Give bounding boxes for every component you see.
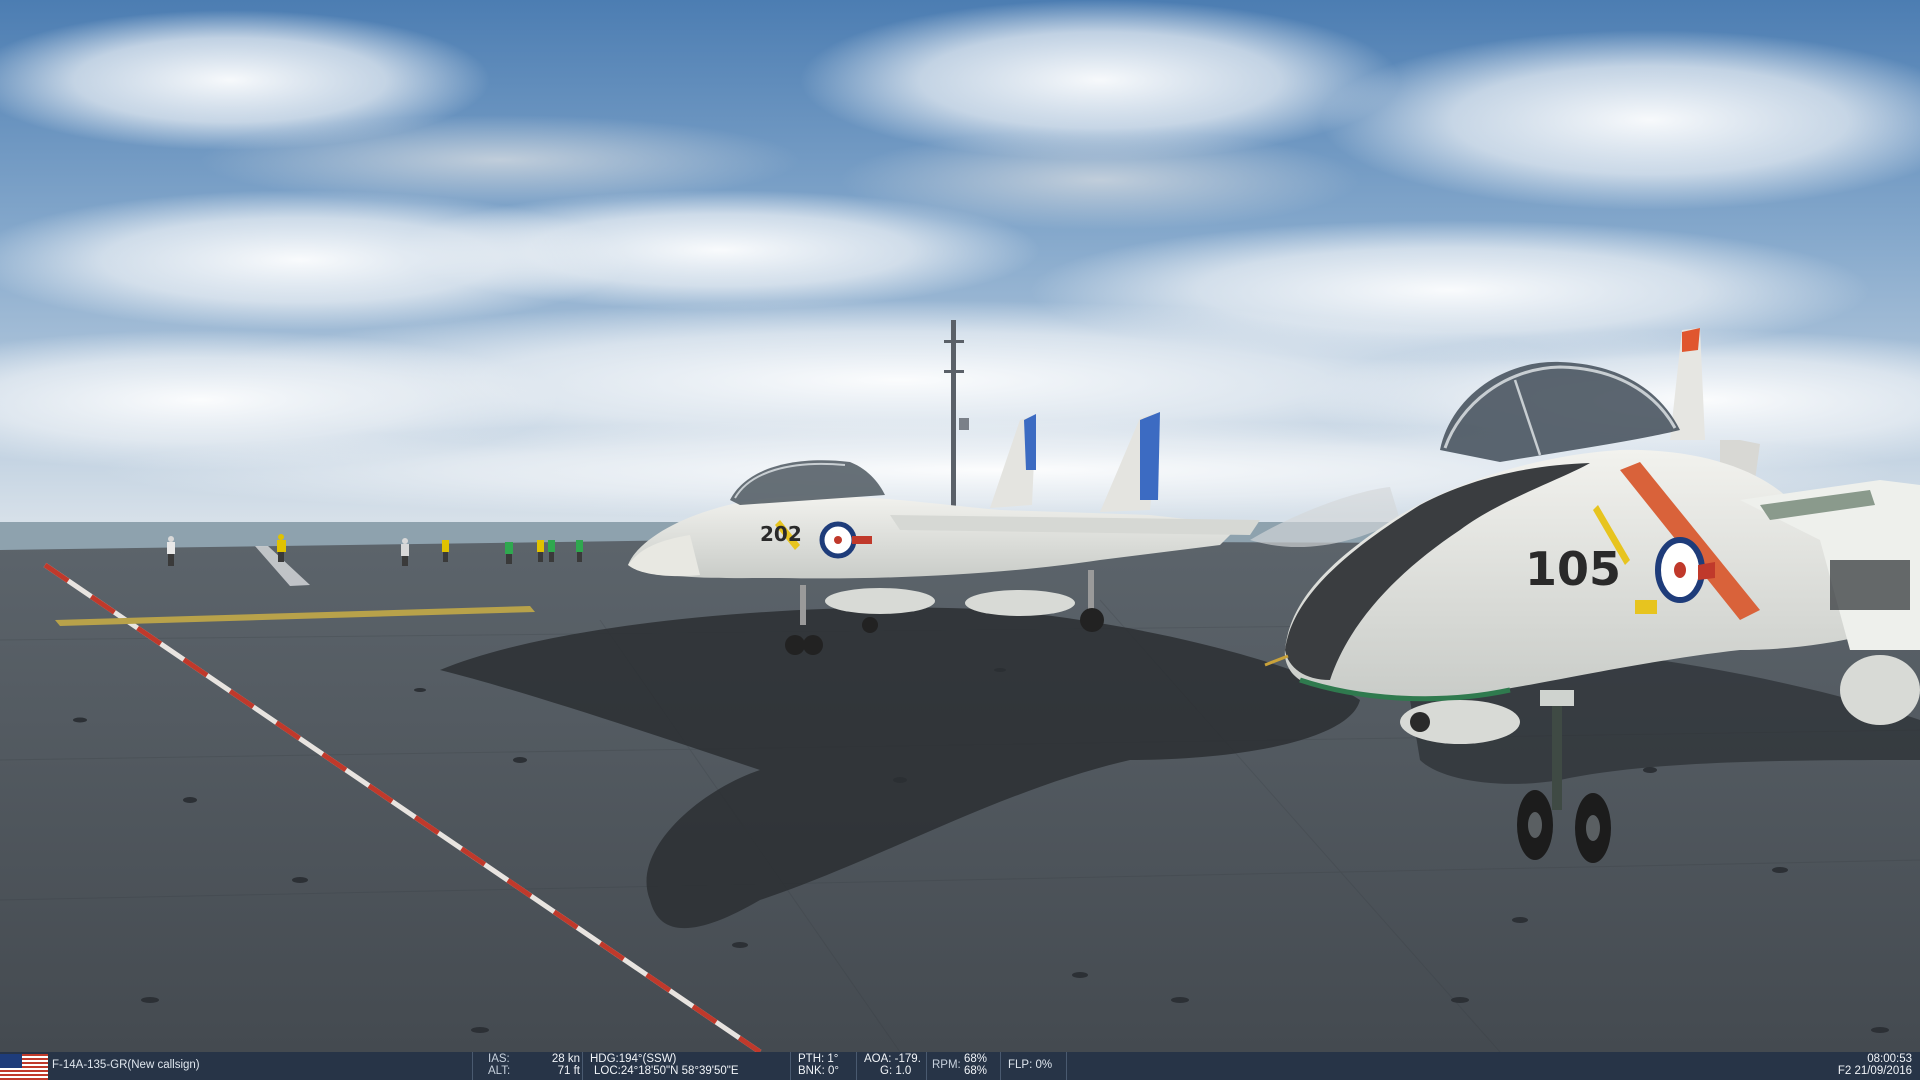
callsign-label: F-14A-135-GR(New callsign) xyxy=(52,1059,200,1071)
us-flag-icon xyxy=(0,1054,48,1080)
clouds xyxy=(0,0,1920,520)
status-bar: F-14A-135-GR(New callsign) IAS: 28 kn ALT… xyxy=(0,1052,1920,1080)
aoa-value: AOA: -179. xyxy=(864,1053,921,1065)
ias-label: IAS: xyxy=(488,1053,510,1065)
separator xyxy=(790,1052,791,1080)
separator xyxy=(1000,1052,1001,1080)
separator xyxy=(472,1052,473,1080)
location-value: LOC:24°18'50"N 58°39'50"E xyxy=(594,1065,739,1077)
separator xyxy=(856,1052,857,1080)
ias-readout: IAS: 28 kn ALT: 71 ft xyxy=(488,1053,580,1077)
g-value: G: 1.0 xyxy=(880,1065,912,1077)
game-viewport[interactable]: 202 105 xyxy=(0,0,1920,1052)
date-view-value: F2 21/09/2016 xyxy=(1837,1065,1912,1077)
rpm-readout: RPM: 68% 68% xyxy=(932,1053,987,1077)
flaps-readout: FLP: 0% xyxy=(1008,1059,1053,1071)
rpm-left-value: 68% xyxy=(963,1053,987,1065)
alt-value: 71 ft xyxy=(557,1065,580,1077)
bank-value: BNK: 0° xyxy=(798,1065,840,1077)
separator xyxy=(1066,1052,1067,1080)
pitch-value: PTH: 1° xyxy=(798,1053,839,1065)
aircraft-far-number: 202 xyxy=(760,522,802,546)
aoa-g-readout: AOA: -179. G: 1.0 xyxy=(864,1053,921,1077)
aircraft-near-number: 105 xyxy=(1525,542,1621,596)
separator xyxy=(582,1052,583,1080)
rpm-right-value: 68% xyxy=(963,1065,987,1077)
separator xyxy=(926,1052,927,1080)
time-date-readout: 08:00:53 F2 21/09/2016 xyxy=(1838,1053,1912,1077)
time-value: 08:00:53 xyxy=(1867,1053,1912,1065)
attitude-readout: PTH: 1° BNK: 0° xyxy=(798,1053,839,1077)
alt-label: ALT: xyxy=(488,1065,511,1077)
heading-value: HDG:194°(SSW) xyxy=(590,1053,677,1065)
nav-readout: HDG:194°(SSW) LOC:24°18'50"N 58°39'50"E xyxy=(590,1053,739,1077)
scene-svg: 202 105 xyxy=(0,0,1920,1052)
rpm-label: RPM: xyxy=(932,1059,961,1071)
ias-value: 28 kn xyxy=(551,1053,580,1065)
